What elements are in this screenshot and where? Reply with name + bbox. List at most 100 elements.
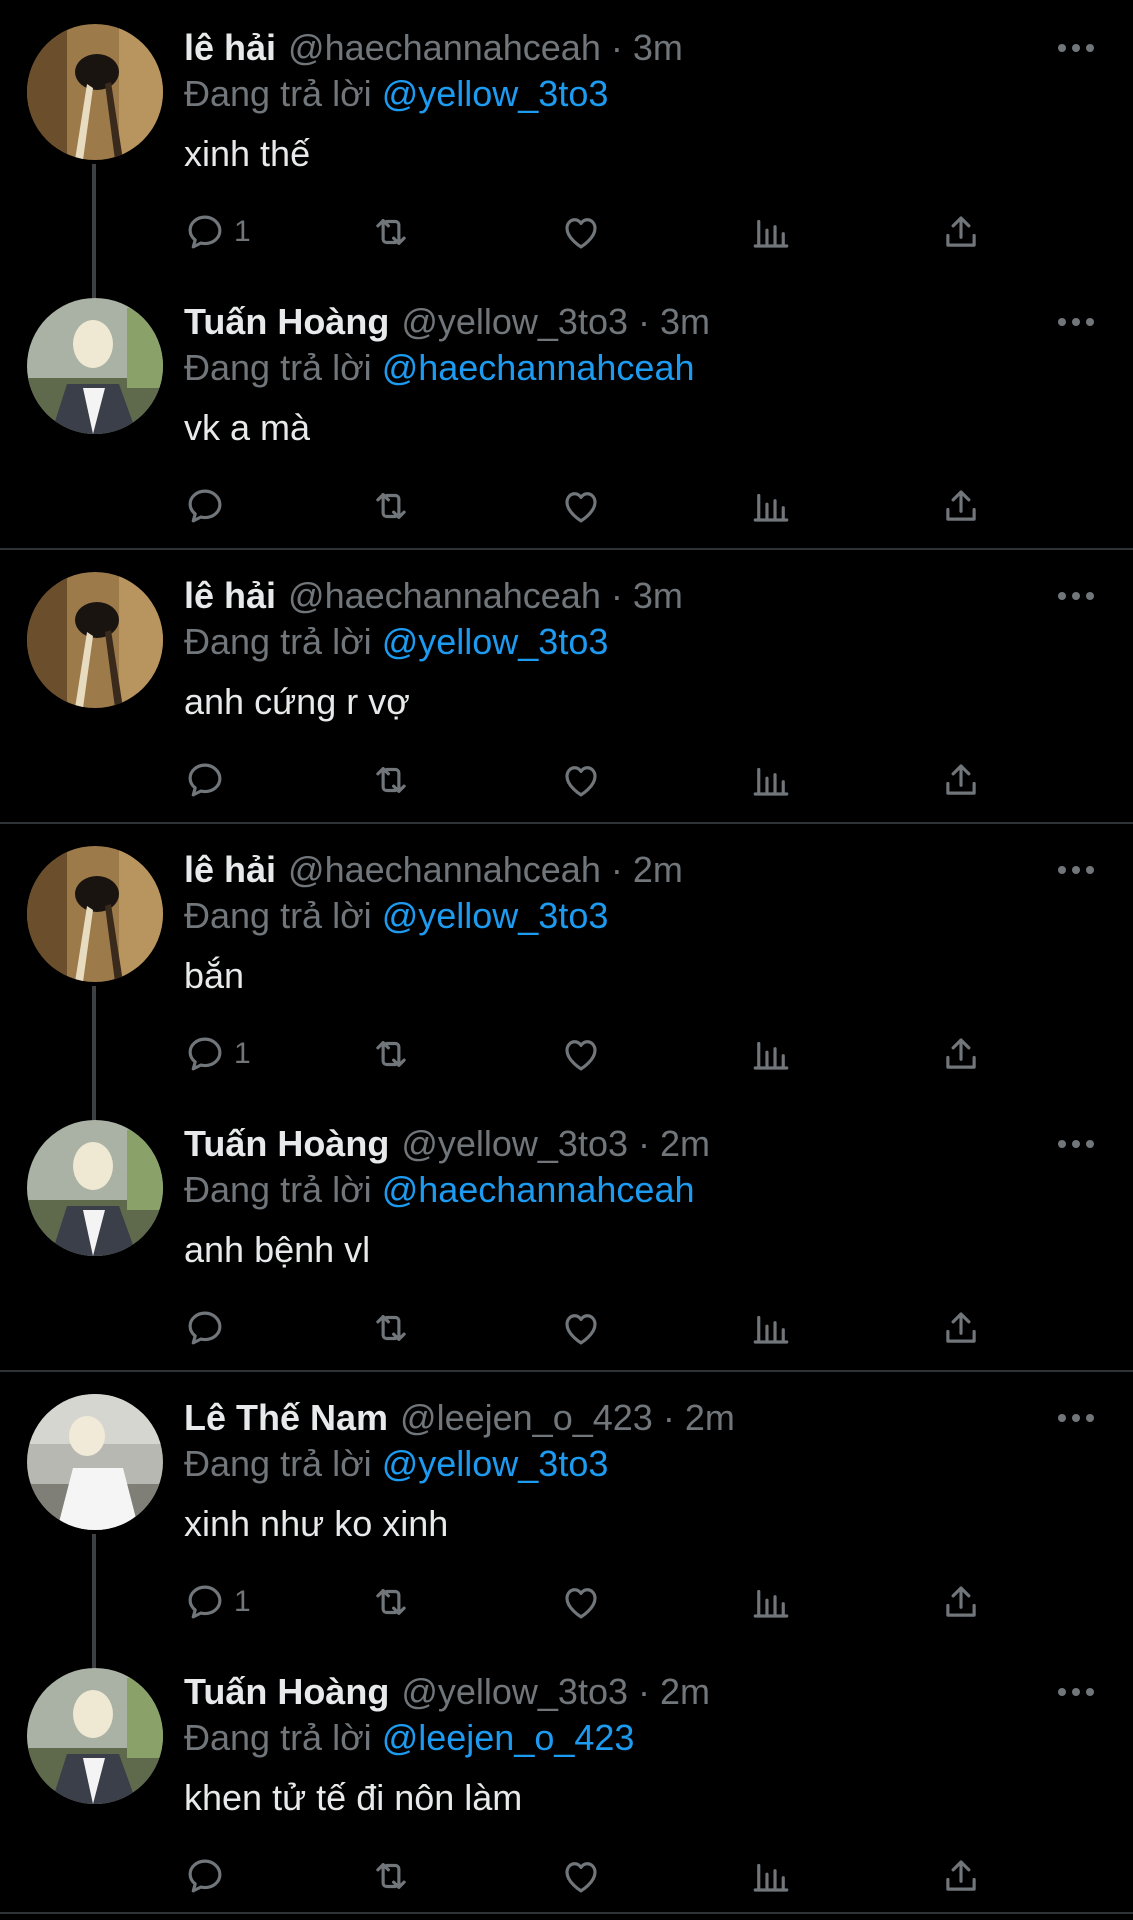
- avatar[interactable]: [27, 1668, 163, 1804]
- reply-icon: [188, 1311, 222, 1345]
- user-handle[interactable]: @haechannahceah: [288, 572, 601, 620]
- like-button[interactable]: [560, 482, 602, 530]
- display-name[interactable]: Tuấn Hoàng: [184, 298, 389, 346]
- like-button[interactable]: [560, 1030, 602, 1078]
- share-button[interactable]: [940, 756, 982, 804]
- avatar[interactable]: [27, 846, 163, 982]
- avatar-yellow-image: [27, 298, 163, 434]
- user-handle[interactable]: @yellow_3to3: [401, 1120, 628, 1168]
- views-button[interactable]: [750, 1852, 792, 1900]
- avatar[interactable]: [27, 298, 163, 434]
- like-button[interactable]: [560, 1304, 602, 1352]
- tweet-actions: 1: [184, 1030, 1014, 1078]
- replying-prefix: Đang trả lời: [184, 1169, 372, 1210]
- avatar[interactable]: [27, 572, 163, 708]
- retweet-button[interactable]: [370, 1578, 412, 1626]
- more-icon[interactable]: [1056, 1684, 1096, 1700]
- mention-link[interactable]: @leejen_o_423: [382, 1717, 635, 1758]
- views-button[interactable]: [750, 1578, 792, 1626]
- timestamp[interactable]: 2m: [660, 1668, 710, 1716]
- timestamp[interactable]: 3m: [660, 298, 710, 346]
- mention-link[interactable]: @yellow_3to3: [382, 1443, 609, 1484]
- display-name[interactable]: lê hải: [184, 24, 276, 72]
- views-button[interactable]: [750, 482, 792, 530]
- separator-dot: ·: [637, 1671, 650, 1712]
- display-name[interactable]: lê hải: [184, 572, 276, 620]
- retweet-button[interactable]: [370, 482, 412, 530]
- reply-button[interactable]: [184, 1852, 234, 1900]
- share-button[interactable]: [940, 1852, 982, 1900]
- mention-link[interactable]: @haechannahceah: [382, 1169, 695, 1210]
- like-button[interactable]: [560, 756, 602, 804]
- avatar[interactable]: [27, 1120, 163, 1256]
- share-button[interactable]: [940, 482, 982, 530]
- more-icon[interactable]: [1056, 314, 1096, 330]
- share-button[interactable]: [940, 208, 982, 256]
- user-handle[interactable]: @yellow_3to3: [401, 298, 628, 346]
- timestamp[interactable]: 2m: [685, 1394, 735, 1442]
- more-icon[interactable]: [1056, 1136, 1096, 1152]
- reply-button[interactable]: 1: [184, 1030, 251, 1078]
- like-icon: [565, 766, 597, 797]
- user-handle[interactable]: @haechannahceah: [288, 24, 601, 72]
- share-button[interactable]: [940, 1030, 982, 1078]
- views-button[interactable]: [750, 1030, 792, 1078]
- retweet-button[interactable]: [370, 756, 412, 804]
- user-handle[interactable]: @yellow_3to3: [401, 1668, 628, 1716]
- user-handle[interactable]: @haechannahceah: [288, 846, 601, 894]
- timestamp[interactable]: 3m: [633, 572, 683, 620]
- user-handle[interactable]: @leejen_o_423: [400, 1394, 653, 1442]
- reply-button[interactable]: 1: [184, 1578, 251, 1626]
- retweet-button[interactable]: [370, 1852, 412, 1900]
- reply-button[interactable]: [184, 1304, 234, 1352]
- like-button[interactable]: [560, 1852, 602, 1900]
- avatar-haechan-image: [27, 846, 163, 982]
- tweet[interactable]: lê hải @haechannahceah · 3m Đang trả lời…: [0, 0, 1133, 300]
- like-button[interactable]: [560, 208, 602, 256]
- timestamp[interactable]: 3m: [633, 24, 683, 72]
- views-button[interactable]: [750, 1304, 792, 1352]
- more-icon[interactable]: [1056, 588, 1096, 604]
- reply-button[interactable]: 1: [184, 208, 251, 256]
- timestamp[interactable]: 2m: [660, 1120, 710, 1168]
- avatar-yellow-image: [27, 1668, 163, 1804]
- reply-button[interactable]: [184, 756, 234, 804]
- tweet[interactable]: Tuấn Hoàng @yellow_3to3 · 2m Đang trả lờ…: [0, 1644, 1133, 1918]
- reply-count: 1: [234, 1037, 251, 1070]
- tweet-header: lê hải @haechannahceah · 3m: [184, 572, 683, 620]
- tweet-text: xinh như ko xinh: [184, 1503, 449, 1544]
- like-button[interactable]: [560, 1578, 602, 1626]
- share-button[interactable]: [940, 1304, 982, 1352]
- share-icon: [946, 1038, 976, 1069]
- mention-link[interactable]: @yellow_3to3: [382, 621, 609, 662]
- timestamp[interactable]: 2m: [633, 846, 683, 894]
- more-icon[interactable]: [1056, 1410, 1096, 1426]
- tweet[interactable]: Tuấn Hoàng @yellow_3to3 · 2m Đang trả lờ…: [0, 1096, 1133, 1370]
- avatar[interactable]: [27, 24, 163, 160]
- like-icon: [565, 218, 597, 249]
- display-name[interactable]: Tuấn Hoàng: [184, 1668, 389, 1716]
- mention-link[interactable]: @haechannahceah: [382, 347, 695, 388]
- separator-dot: ·: [662, 1397, 675, 1438]
- share-button[interactable]: [940, 1578, 982, 1626]
- tweet[interactable]: Lê Thế Nam @leejen_o_423 · 2m Đang trả l…: [0, 1370, 1133, 1670]
- tweet[interactable]: lê hải @haechannahceah · 3m Đang trả lời…: [0, 548, 1133, 822]
- mention-link[interactable]: @yellow_3to3: [382, 73, 609, 114]
- more-icon[interactable]: [1056, 40, 1096, 56]
- mention-link[interactable]: @yellow_3to3: [382, 895, 609, 936]
- tweet[interactable]: Tuấn Hoàng @yellow_3to3 · 3m Đang trả lờ…: [0, 274, 1133, 548]
- display-name[interactable]: Lê Thế Nam: [184, 1394, 388, 1442]
- more-icon[interactable]: [1056, 862, 1096, 878]
- display-name[interactable]: Tuấn Hoàng: [184, 1120, 389, 1168]
- views-button[interactable]: [750, 208, 792, 256]
- views-icon: [753, 1589, 789, 1618]
- retweet-button[interactable]: [370, 1304, 412, 1352]
- reply-button[interactable]: [184, 482, 234, 530]
- avatar[interactable]: [27, 1394, 163, 1530]
- retweet-button[interactable]: [370, 208, 412, 256]
- display-name[interactable]: lê hải: [184, 846, 276, 894]
- tweet[interactable]: lê hải @haechannahceah · 2m Đang trả lời…: [0, 822, 1133, 1122]
- tweet-text: vk a mà: [184, 407, 311, 448]
- retweet-button[interactable]: [370, 1030, 412, 1078]
- views-button[interactable]: [750, 756, 792, 804]
